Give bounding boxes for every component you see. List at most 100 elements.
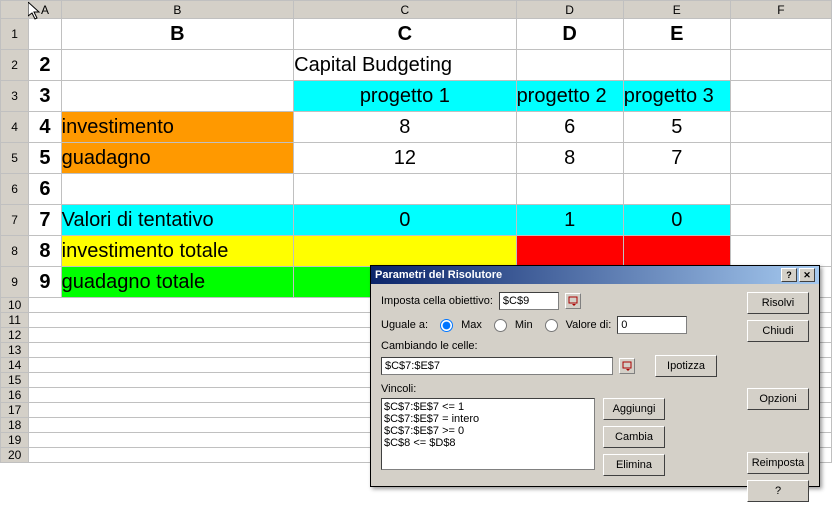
constraint-item[interactable]: $C$7:$E$7 <= 1 [384,401,592,413]
cell-c1[interactable]: C [294,19,516,50]
cell-c6[interactable] [294,174,516,205]
row-4-header[interactable]: 4 [1,112,29,143]
cell-b9[interactable]: guadagno totale [61,267,294,298]
change-button[interactable]: Cambia [603,426,665,448]
help-icon[interactable]: ? [781,268,797,282]
cell-e5[interactable]: 7 [623,143,730,174]
col-b-header[interactable]: B [61,1,294,19]
cell-e2[interactable] [623,50,730,81]
row-13-header[interactable]: 13 [1,343,29,358]
valueof-radio[interactable] [545,319,558,332]
constraints-list[interactable]: $C$7:$E$7 <= 1 $C$7:$E$7 = intero $C$7:$… [381,398,595,470]
cell-e3[interactable]: progetto 3 [623,81,730,112]
target-input[interactable] [499,292,559,310]
dialog-titlebar[interactable]: Parametri del Risolutore ? ✕ [371,266,819,284]
close-icon[interactable]: ✕ [799,268,815,282]
cell-d4[interactable]: 6 [516,112,623,143]
help-button[interactable]: ? [747,480,809,502]
cell-f3[interactable] [730,81,831,112]
cell-d6[interactable] [516,174,623,205]
row-16-header[interactable]: 16 [1,388,29,403]
cell-b3[interactable] [61,81,294,112]
cell-c7[interactable]: 0 [294,205,516,236]
cell-c8[interactable] [294,236,516,267]
cell-a1[interactable] [29,19,61,50]
col-d-header[interactable]: D [516,1,623,19]
row-7-header[interactable]: 7 [1,205,29,236]
cell-b5[interactable]: guadagno [61,143,294,174]
cell-e4[interactable]: 5 [623,112,730,143]
cell-d8[interactable] [516,236,623,267]
row-3-header[interactable]: 3 [1,81,29,112]
cell-a6[interactable]: 6 [29,174,61,205]
add-button[interactable]: Aggiungi [603,398,665,420]
row-2-header[interactable]: 2 [1,50,29,81]
cell-e8[interactable] [623,236,730,267]
cell-d5[interactable]: 8 [516,143,623,174]
cell-f4[interactable] [730,112,831,143]
cell-f8[interactable] [730,236,831,267]
row-11-header[interactable]: 11 [1,313,29,328]
cell-c2[interactable]: Capital Budgeting [294,50,516,81]
constraint-item[interactable]: $C$8 <= $D$8 [384,437,592,449]
selectall-corner[interactable] [1,1,29,19]
constraint-item[interactable]: $C$7:$E$7 = intero [384,413,592,425]
cell-c4[interactable]: 8 [294,112,516,143]
cell-b1[interactable]: B [61,19,294,50]
valueof-input[interactable] [617,316,687,334]
col-f-header[interactable]: F [730,1,831,19]
ref-select-icon[interactable] [565,293,581,309]
row-10-header[interactable]: 10 [1,298,29,313]
constraint-item[interactable]: $C$7:$E$7 >= 0 [384,425,592,437]
col-a-header[interactable]: A [29,1,61,19]
row-8-header[interactable]: 8 [1,236,29,267]
row-19-header[interactable]: 19 [1,433,29,448]
row-1-header[interactable]: 1 [1,19,29,50]
row-6-header[interactable]: 6 [1,174,29,205]
cell-b4[interactable]: investimento [61,112,294,143]
cell-e6[interactable] [623,174,730,205]
options-button[interactable]: Opzioni [747,388,809,410]
ref-select-icon-2[interactable] [619,358,635,374]
guess-button[interactable]: Ipotizza [655,355,717,377]
col-c-header[interactable]: C [294,1,516,19]
row-15-header[interactable]: 15 [1,373,29,388]
cell-e7[interactable]: 0 [623,205,730,236]
cell-a2[interactable]: 2 [29,50,61,81]
cell-d1[interactable]: D [516,19,623,50]
cell-a3[interactable]: 3 [29,81,61,112]
cell-b7[interactable]: Valori di tentativo [61,205,294,236]
cell-d7[interactable]: 1 [516,205,623,236]
row-14-header[interactable]: 14 [1,358,29,373]
cell-f1[interactable] [730,19,831,50]
cell-b2[interactable] [61,50,294,81]
cell-a7[interactable]: 7 [29,205,61,236]
min-radio[interactable] [494,319,507,332]
cell-b6[interactable] [61,174,294,205]
cell-f7[interactable] [730,205,831,236]
close-button[interactable]: Chiudi [747,320,809,342]
row-9-header[interactable]: 9 [1,267,29,298]
cell-d2[interactable] [516,50,623,81]
row-20-header[interactable]: 20 [1,448,29,463]
changing-input[interactable] [381,357,613,375]
cell-a5[interactable]: 5 [29,143,61,174]
delete-button[interactable]: Elimina [603,454,665,476]
max-radio[interactable] [440,319,453,332]
cell-f2[interactable] [730,50,831,81]
cell-c5[interactable]: 12 [294,143,516,174]
row-18-header[interactable]: 18 [1,418,29,433]
cell-f6[interactable] [730,174,831,205]
reset-button[interactable]: Reimposta [747,452,809,474]
cell-e1[interactable]: E [623,19,730,50]
cell-b8[interactable]: investimento totale [61,236,294,267]
cell-a4[interactable]: 4 [29,112,61,143]
cell-d3[interactable]: progetto 2 [516,81,623,112]
solve-button[interactable]: Risolvi [747,292,809,314]
col-e-header[interactable]: E [623,1,730,19]
row-5-header[interactable]: 5 [1,143,29,174]
row-17-header[interactable]: 17 [1,403,29,418]
cell-c3[interactable]: progetto 1 [294,81,516,112]
cell-a9[interactable]: 9 [29,267,61,298]
row-12-header[interactable]: 12 [1,328,29,343]
